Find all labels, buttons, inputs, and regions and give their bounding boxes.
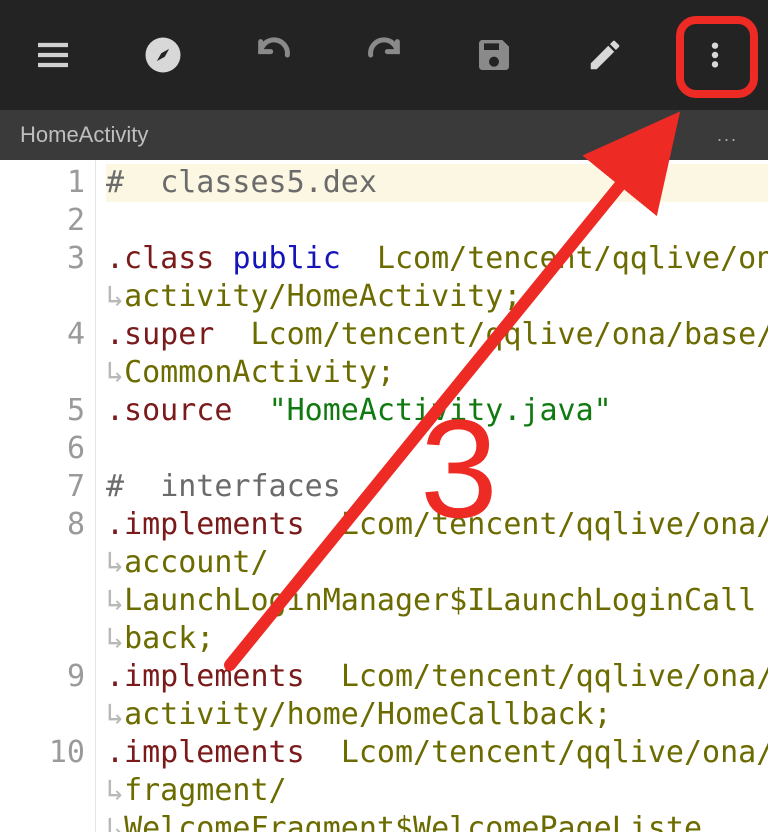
code-line: ↳activity/home/HomeCallback; xyxy=(106,696,768,734)
line-number xyxy=(0,582,85,620)
line-number: 2 xyxy=(0,202,85,240)
code-line: .class public Lcom/tencent/qqlive/ona/ xyxy=(106,240,768,278)
explore-button[interactable] xyxy=(128,20,198,90)
line-number xyxy=(0,544,85,582)
tab-bar: HomeActivity ... xyxy=(0,110,768,160)
code-line: .source "HomeActivity.java" xyxy=(106,392,768,430)
line-number: 6 xyxy=(0,430,85,468)
line-number: 10 xyxy=(0,734,85,772)
undo-button[interactable] xyxy=(239,20,309,90)
menu-icon xyxy=(33,35,73,75)
code-editor[interactable]: 123 4 5678 9 10 # classes5.dex .class public … xyxy=(0,160,768,832)
compass-icon xyxy=(142,34,184,76)
code-line: .implements Lcom/tencent/qqlive/ona/ xyxy=(106,506,768,544)
line-number xyxy=(0,620,85,658)
code-content[interactable]: # classes5.dex .class public Lcom/tencent… xyxy=(96,160,768,832)
more-button[interactable] xyxy=(680,20,750,90)
code-line: .implements Lcom/tencent/qqlive/ona/ xyxy=(106,658,768,696)
code-line: ↳LaunchLoginManager$ILaunchLoginCall xyxy=(106,582,768,620)
code-line: ↳account/ xyxy=(106,544,768,582)
code-line: .implements Lcom/tencent/qqlive/ona/ xyxy=(106,734,768,772)
tab-title[interactable]: HomeActivity xyxy=(20,122,148,148)
line-number xyxy=(0,810,85,832)
line-number xyxy=(0,696,85,734)
code-line: ↳WelcomeFragment$WelcomePageListe xyxy=(106,810,768,832)
undo-icon xyxy=(251,35,297,75)
code-line xyxy=(106,202,768,240)
line-number: 4 xyxy=(0,316,85,354)
toolbar xyxy=(0,0,768,110)
redo-icon xyxy=(361,35,407,75)
more-vert-icon xyxy=(699,35,731,75)
line-number: 1 xyxy=(0,164,85,202)
code-line xyxy=(106,430,768,468)
save-button[interactable] xyxy=(459,20,529,90)
line-number: 7 xyxy=(0,468,85,506)
line-number: 5 xyxy=(0,392,85,430)
code-line: ↳back; xyxy=(106,620,768,658)
edit-button[interactable] xyxy=(570,20,640,90)
redo-button[interactable] xyxy=(349,20,419,90)
code-line: ↳activity/HomeActivity; xyxy=(106,278,768,316)
edit-icon xyxy=(586,36,624,74)
code-line: .super Lcom/tencent/qqlive/ona/base/ xyxy=(106,316,768,354)
code-line: # classes5.dex xyxy=(106,164,768,202)
save-icon xyxy=(474,35,514,75)
line-number xyxy=(0,772,85,810)
line-number: 9 xyxy=(0,658,85,696)
code-line: ↳CommonActivity; xyxy=(106,354,768,392)
menu-button[interactable] xyxy=(18,20,88,90)
line-number xyxy=(0,278,85,316)
line-number-gutter: 123 4 5678 9 10 xyxy=(0,160,96,832)
code-line: # interfaces xyxy=(106,468,768,506)
tab-more-button[interactable]: ... xyxy=(707,119,748,152)
line-number xyxy=(0,354,85,392)
line-number: 8 xyxy=(0,506,85,544)
line-number: 3 xyxy=(0,240,85,278)
code-line: ↳fragment/ xyxy=(106,772,768,810)
